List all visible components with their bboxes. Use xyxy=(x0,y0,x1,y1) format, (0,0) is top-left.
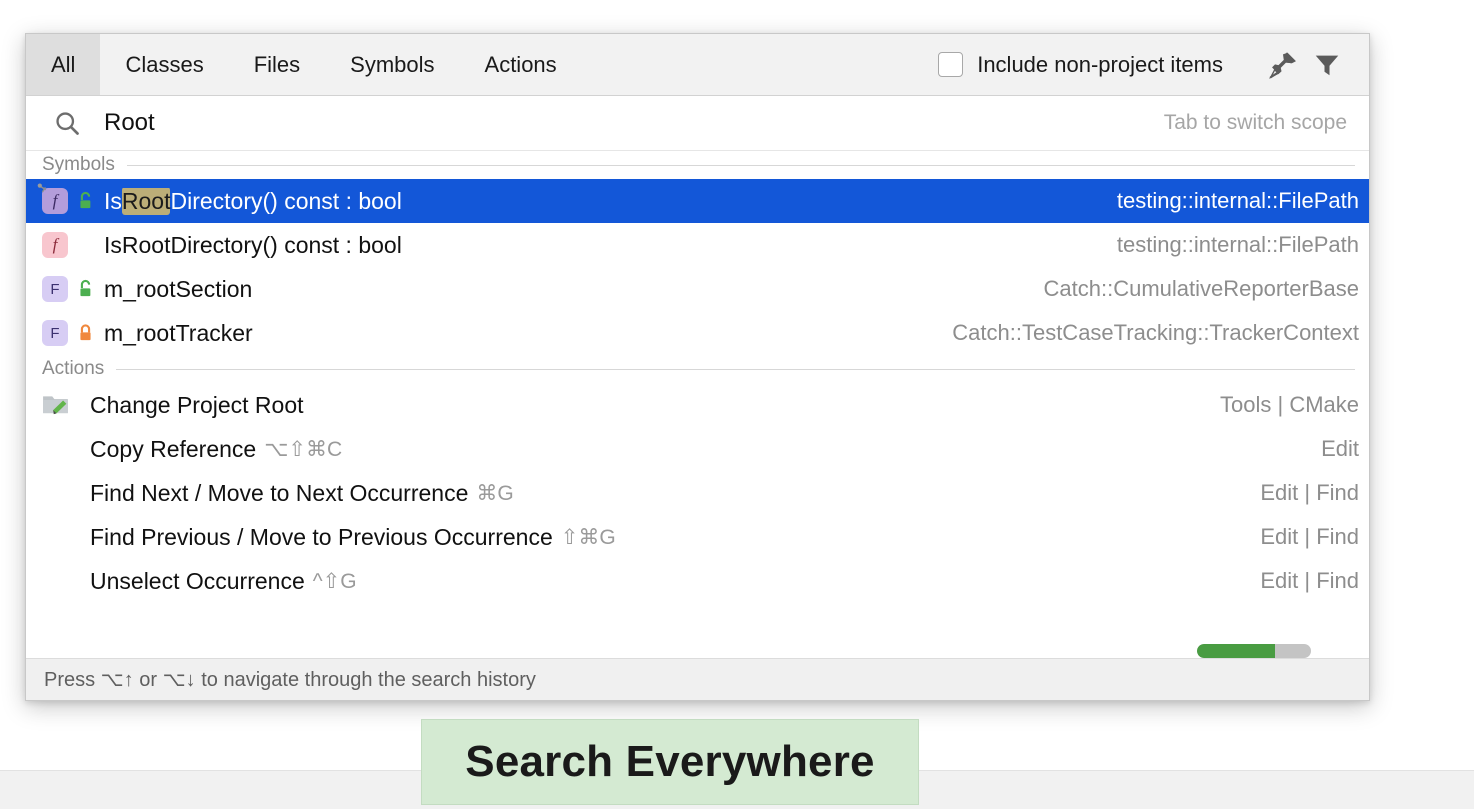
scope-tabs: All Classes Files Symbols Actions xyxy=(26,34,582,95)
search-everywhere-popup: All Classes Files Symbols Actions Includ… xyxy=(25,33,1370,701)
loading-progress-bar xyxy=(1197,644,1311,658)
filter-button[interactable] xyxy=(1305,43,1349,87)
locked-icon xyxy=(80,324,91,341)
tab-symbols-label: Symbols xyxy=(350,51,435,77)
row-icons: F xyxy=(42,276,104,302)
result-row-action-find-previous[interactable]: Find Previous / Move to Previous Occurre… xyxy=(26,515,1369,559)
group-label-actions: Actions xyxy=(42,358,105,379)
row-category: Edit xyxy=(1321,436,1359,461)
group-header-actions: Actions xyxy=(26,355,1369,383)
include-non-project-items-checkbox[interactable] xyxy=(938,52,964,77)
row-label: Find Previous / Move to Previous Occurre… xyxy=(90,523,553,550)
folder-edit-icon xyxy=(43,396,68,415)
row-qualifier: testing::internal::FilePath xyxy=(1116,232,1359,257)
row-label: Change Project Root xyxy=(90,391,304,418)
search-input[interactable]: Root xyxy=(104,109,155,137)
pin-button[interactable] xyxy=(1261,43,1305,87)
tab-actions-label: Actions xyxy=(484,51,557,77)
field-badge-icon: F xyxy=(42,320,68,346)
popup-header: All Classes Files Symbols Actions Includ… xyxy=(26,34,1369,96)
result-row-symbol-3[interactable]: F m_rootSection Catch::CumulativeReporte… xyxy=(26,267,1369,311)
row-qualifier: testing::internal::FilePath xyxy=(1116,188,1359,213)
result-row-symbol-2[interactable]: f IsRootDirectory() const : bool testing… xyxy=(26,223,1369,267)
search-row[interactable]: Root Tab to switch scope xyxy=(26,96,1369,151)
tab-all[interactable]: All xyxy=(26,34,101,95)
row-label: m_rootSection xyxy=(104,275,253,302)
row-label-before: Is xyxy=(104,187,122,214)
caption-label: Search Everywhere xyxy=(465,737,875,786)
function-badge-icon: f xyxy=(42,232,68,258)
row-label-match: Root xyxy=(121,187,171,215)
field-badge-icon: F xyxy=(42,276,68,302)
row-category: Edit | Find xyxy=(1260,480,1359,505)
row-icons: f xyxy=(42,232,104,258)
row-label: Unselect Occurrence xyxy=(90,567,305,594)
row-icons: f xyxy=(37,183,104,214)
row-label: Find Next / Move to Next Occurrence xyxy=(90,479,469,506)
group-rule xyxy=(116,368,1355,370)
results-list[interactable]: Symbols f IsRootDirectory() const: bool… xyxy=(26,151,1369,658)
include-non-project-items-label: Include non-project items xyxy=(977,51,1223,77)
result-row-action-change-project-root[interactable]: Change Project Root Tools | CMake xyxy=(26,383,1369,427)
pin-icon xyxy=(1269,52,1296,79)
result-row-action-copy-reference[interactable]: Copy Reference ⌥⇧⌘C Edit xyxy=(26,427,1369,471)
tab-symbols[interactable]: Symbols xyxy=(325,34,459,95)
row-shortcut: ^⇧G xyxy=(312,569,357,593)
row-icons xyxy=(42,392,90,418)
header-controls: Include non-project items xyxy=(938,34,1369,95)
row-icons: F xyxy=(42,320,104,346)
filter-icon xyxy=(1315,55,1339,75)
pin-overlay-icon xyxy=(37,183,47,193)
function-badge-icon: f xyxy=(37,183,68,214)
row-shortcut: ⌥⇧⌘C xyxy=(264,437,343,461)
row-shortcut: ⇧⌘G xyxy=(560,525,616,549)
group-header-symbols: Symbols xyxy=(26,151,1369,179)
row-label: IsRootDirectory() const : bool xyxy=(104,231,402,258)
unlocked-icon xyxy=(80,279,91,297)
result-row-action-find-next[interactable]: Find Next / Move to Next Occurrence ⌘G E… xyxy=(26,471,1369,515)
tab-files[interactable]: Files xyxy=(229,34,325,95)
result-row-symbol-1[interactable]: f IsRootDirectory() const : bool testing… xyxy=(26,179,1369,223)
tab-classes-label: Classes xyxy=(125,51,204,77)
unlocked-icon xyxy=(80,191,91,209)
row-label-after: Directory() const : bool xyxy=(170,187,402,214)
row-category: Edit | Find xyxy=(1260,524,1359,549)
tab-actions[interactable]: Actions xyxy=(460,34,582,95)
tab-classes[interactable]: Classes xyxy=(100,34,228,95)
search-icon xyxy=(52,108,82,138)
row-category: Edit | Find xyxy=(1260,568,1359,593)
row-label: Copy Reference xyxy=(90,435,257,462)
footer-hint: Press ⌥↑ or ⌥↓ to navigate through the s… xyxy=(44,669,536,691)
tab-files-label: Files xyxy=(253,51,301,77)
row-shortcut: ⌘G xyxy=(476,481,514,505)
include-non-project-items-control[interactable]: Include non-project items xyxy=(938,52,1223,78)
row-qualifier: Catch::CumulativeReporterBase xyxy=(1043,276,1359,301)
row-category: Tools | CMake xyxy=(1220,392,1359,417)
caption-box: Search Everywhere xyxy=(421,719,919,805)
row-label: m_rootTracker xyxy=(104,319,253,346)
search-scope-hint: Tab to switch scope xyxy=(1163,111,1347,134)
row-qualifier: Catch::TestCaseTracking::TrackerContext xyxy=(952,320,1359,345)
result-row-symbol-4[interactable]: F m_rootTracker Catch::TestCaseTracking:… xyxy=(26,311,1369,355)
popup-footer: Press ⌥↑ or ⌥↓ to navigate through the s… xyxy=(26,658,1369,700)
row-label: IsRootDirectory() const : bool xyxy=(104,187,402,215)
loading-progress-fill xyxy=(1197,644,1275,658)
group-rule xyxy=(126,164,1355,166)
tab-all-label: All xyxy=(51,51,76,77)
group-label-symbols: Symbols xyxy=(42,154,115,175)
result-row-action-unselect-occurrence[interactable]: Unselect Occurrence ^⇧G Edit | Find xyxy=(26,559,1369,603)
